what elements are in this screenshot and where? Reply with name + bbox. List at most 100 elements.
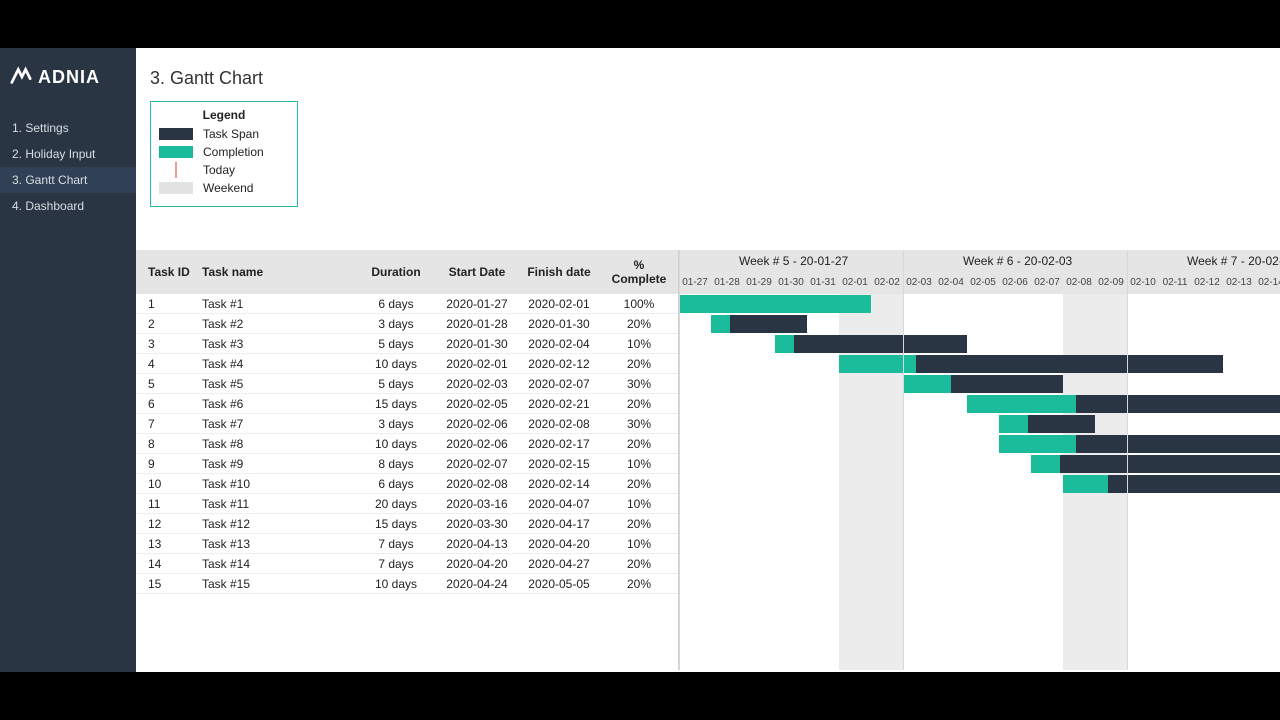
sidebar-item-0[interactable]: 1. Settings: [0, 115, 136, 141]
cell-pct-complete: 30%: [600, 377, 678, 391]
cell-task-id: 1: [136, 297, 196, 311]
cell-finish-date: 2020-04-17: [518, 517, 600, 531]
col-header-duration[interactable]: Duration: [356, 261, 436, 283]
table-row[interactable]: 15Task #1510 days2020-04-242020-05-0520%: [136, 574, 678, 594]
cell-start-date: 2020-02-08: [436, 477, 518, 491]
cell-finish-date: 2020-04-27: [518, 557, 600, 571]
cell-task-name: Task #1: [196, 297, 356, 311]
cell-start-date: 2020-01-28: [436, 317, 518, 331]
legend-swatch-weekend: [159, 182, 193, 194]
cell-task-name: Task #11: [196, 497, 356, 511]
cell-finish-date: 2020-02-04: [518, 337, 600, 351]
cell-duration: 5 days: [356, 337, 436, 351]
table-row[interactable]: 3Task #35 days2020-01-302020-02-0410%: [136, 334, 678, 354]
gantt-bar-completion: [679, 295, 871, 313]
cell-start-date: 2020-02-06: [436, 417, 518, 431]
legend-swatch-completion: [159, 146, 193, 158]
cell-pct-complete: 10%: [600, 457, 678, 471]
cell-task-id: 2: [136, 317, 196, 331]
gantt-week-label: Week # 6 - 20-02-03: [963, 254, 1072, 268]
legend-row-weekend: Weekend: [159, 180, 289, 196]
cell-pct-complete: 10%: [600, 497, 678, 511]
table-row[interactable]: 1Task #16 days2020-01-272020-02-01100%: [136, 294, 678, 314]
table-row[interactable]: 7Task #73 days2020-02-062020-02-0830%: [136, 414, 678, 434]
legend-title: Legend: [159, 108, 289, 122]
brand-logo-icon: [10, 64, 32, 91]
table-row[interactable]: 9Task #98 days2020-02-072020-02-1510%: [136, 454, 678, 474]
table-row[interactable]: 8Task #810 days2020-02-062020-02-1720%: [136, 434, 678, 454]
gantt-chart[interactable]: Week # 5 - 20-01-27Week # 6 - 20-02-03We…: [678, 250, 1280, 670]
sidebar-item-1[interactable]: 2. Holiday Input: [0, 141, 136, 167]
table-row[interactable]: 5Task #55 days2020-02-032020-02-0730%: [136, 374, 678, 394]
cell-finish-date: 2020-02-14: [518, 477, 600, 491]
gantt-day-label: 02-10: [1127, 277, 1159, 288]
gantt-day-label: 02-06: [999, 277, 1031, 288]
cell-duration: 20 days: [356, 497, 436, 511]
cell-finish-date: 2020-02-12: [518, 357, 600, 371]
gantt-day-header: 01-2701-2801-2901-3001-3102-0102-0202-03…: [679, 274, 1280, 294]
table-row[interactable]: 10Task #106 days2020-02-082020-02-1420%: [136, 474, 678, 494]
cell-pct-complete: 20%: [600, 357, 678, 371]
cell-start-date: 2020-02-05: [436, 397, 518, 411]
gantt-day-label: 02-08: [1063, 277, 1095, 288]
cell-task-id: 4: [136, 357, 196, 371]
cell-duration: 6 days: [356, 297, 436, 311]
table-row[interactable]: 12Task #1215 days2020-03-302020-04-1720%: [136, 514, 678, 534]
cell-start-date: 2020-02-07: [436, 457, 518, 471]
legend-row-completion: Completion: [159, 144, 289, 160]
table-row[interactable]: 2Task #23 days2020-01-282020-01-3020%: [136, 314, 678, 334]
app-window: ADNIA 1. Settings2. Holiday Input3. Gant…: [0, 48, 1280, 672]
legend-box: Legend Task Span Completion Today Weeken…: [150, 101, 298, 207]
sidebar-item-2[interactable]: 3. Gantt Chart: [0, 167, 136, 193]
gantt-week-header: Week # 5 - 20-01-27Week # 6 - 20-02-03We…: [679, 250, 1280, 274]
cell-task-name: Task #6: [196, 397, 356, 411]
table-row[interactable]: 11Task #1120 days2020-03-162020-04-0710%: [136, 494, 678, 514]
gantt-day-label: 02-13: [1223, 277, 1255, 288]
cell-task-id: 9: [136, 457, 196, 471]
gantt-day-label: 02-11: [1159, 277, 1191, 288]
col-header-finish-date[interactable]: Finish date: [518, 261, 600, 283]
gantt-day-label: 02-14: [1255, 277, 1280, 288]
cell-duration: 10 days: [356, 577, 436, 591]
cell-pct-complete: 100%: [600, 297, 678, 311]
cell-pct-complete: 20%: [600, 317, 678, 331]
col-header-start-date[interactable]: Start Date: [436, 261, 518, 283]
cell-finish-date: 2020-02-07: [518, 377, 600, 391]
gantt-week-label: Week # 5 - 20-01-27: [739, 254, 848, 268]
cell-pct-complete: 20%: [600, 477, 678, 491]
cell-task-name: Task #10: [196, 477, 356, 491]
gantt-day-label: 02-07: [1031, 277, 1063, 288]
col-header-task-id[interactable]: Task ID: [136, 261, 196, 283]
gantt-day-label: 02-02: [871, 277, 903, 288]
gantt-bar-completion: [967, 395, 1076, 413]
gantt-day-label: 01-29: [743, 277, 775, 288]
table-row[interactable]: 6Task #615 days2020-02-052020-02-2120%: [136, 394, 678, 414]
table-row[interactable]: 13Task #137 days2020-04-132020-04-2010%: [136, 534, 678, 554]
gantt-bar-completion: [999, 415, 1028, 433]
cell-task-name: Task #12: [196, 517, 356, 531]
table-row[interactable]: 14Task #147 days2020-04-202020-04-2720%: [136, 554, 678, 574]
cell-finish-date: 2020-02-08: [518, 417, 600, 431]
gantt-bar-completion: [999, 435, 1076, 453]
table-row[interactable]: 4Task #410 days2020-02-012020-02-1220%: [136, 354, 678, 374]
gantt-bar-span[interactable]: [1031, 455, 1280, 473]
cell-finish-date: 2020-02-01: [518, 297, 600, 311]
col-header-task-name[interactable]: Task name: [196, 261, 356, 283]
gantt-bar-completion: [1031, 455, 1060, 473]
legend-label-today: Today: [203, 163, 235, 177]
cell-pct-complete: 20%: [600, 397, 678, 411]
cell-task-name: Task #4: [196, 357, 356, 371]
gantt-day-label: 02-05: [967, 277, 999, 288]
gantt-week-divider: [679, 250, 680, 670]
sidebar-item-3[interactable]: 4. Dashboard: [0, 193, 136, 219]
gantt-day-label: 01-28: [711, 277, 743, 288]
cell-finish-date: 2020-02-17: [518, 437, 600, 451]
gantt-day-label: 01-27: [679, 277, 711, 288]
cell-task-id: 12: [136, 517, 196, 531]
gantt-day-label: 02-03: [903, 277, 935, 288]
cell-start-date: 2020-03-16: [436, 497, 518, 511]
cell-pct-complete: 30%: [600, 417, 678, 431]
col-header-pct-complete[interactable]: % Complete: [600, 254, 678, 290]
gantt-bar-span[interactable]: [775, 335, 967, 353]
cell-task-id: 3: [136, 337, 196, 351]
